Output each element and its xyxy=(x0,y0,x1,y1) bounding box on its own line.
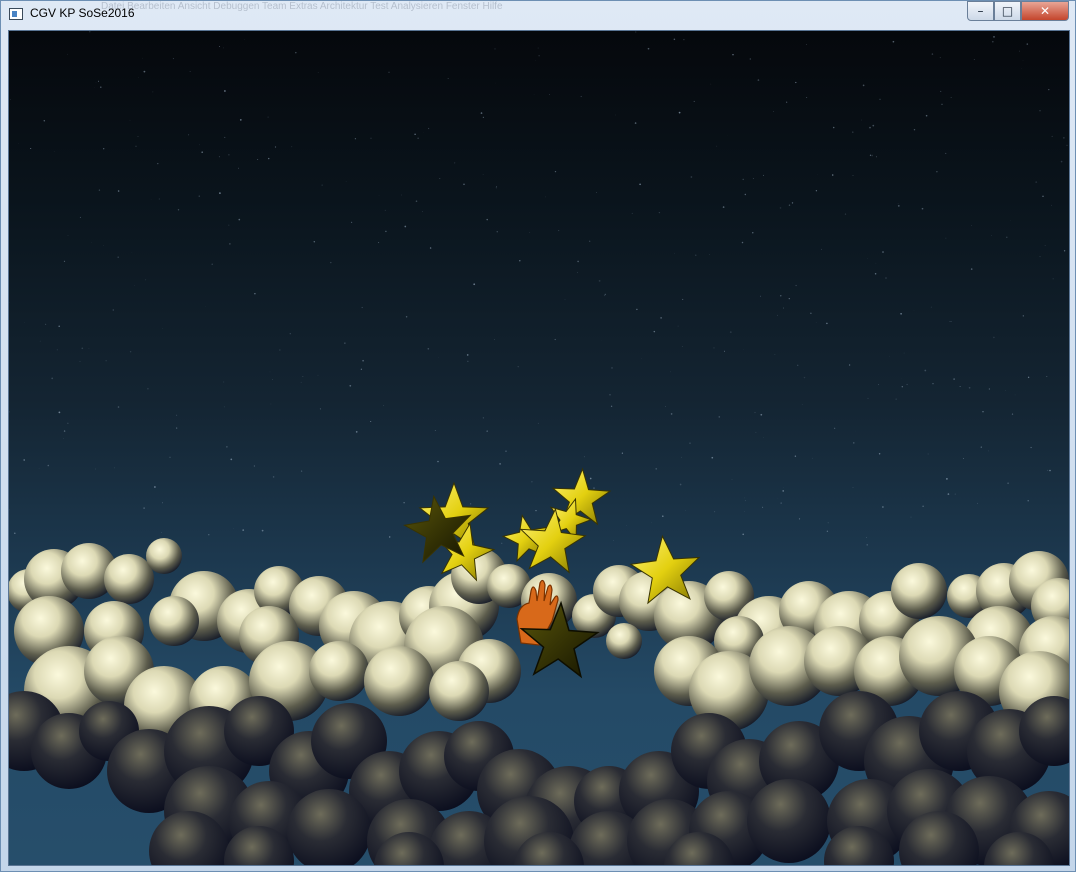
close-button[interactable]: ✕ xyxy=(1021,1,1069,21)
application-window: CGV KP SoSe2016 Datei Bearbeiten Ansicht… xyxy=(0,0,1076,872)
game-viewport[interactable] xyxy=(8,30,1070,866)
background-menu-ghost: Datei Bearbeiten Ansicht Debuggen Team E… xyxy=(101,1,503,12)
maximize-button[interactable]: □ xyxy=(994,1,1021,21)
background-starfield xyxy=(9,31,1068,546)
scene-canvas[interactable] xyxy=(9,31,1070,866)
title-bar[interactable]: CGV KP SoSe2016 Datei Bearbeiten Ansicht… xyxy=(1,1,1075,29)
window-app-icon[interactable] xyxy=(9,8,23,20)
minimize-button[interactable]: – xyxy=(967,1,994,21)
